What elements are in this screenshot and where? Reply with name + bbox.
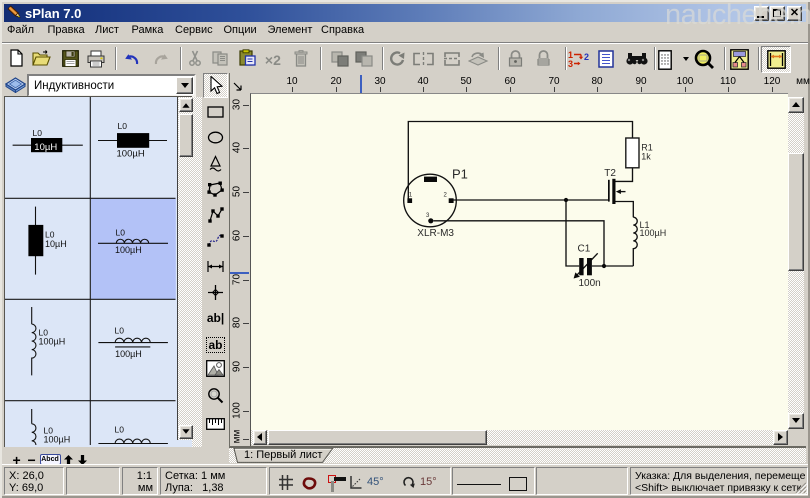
svg-text:100µH: 100µH [115,245,142,255]
svg-text:L0: L0 [116,228,126,238]
svg-text:1k: 1k [641,152,651,162]
svg-text:3: 3 [426,213,430,219]
svg-text:T2: T2 [604,168,616,179]
svg-text:L0: L0 [115,326,125,336]
svg-text:C1: C1 [577,244,590,255]
svg-text:100n: 100n [578,278,600,289]
svg-text:L0: L0 [118,121,128,131]
svg-text:P1: P1 [452,167,468,182]
svg-text:100µH: 100µH [115,349,142,359]
svg-text:100µH: 100µH [117,149,145,160]
svg-text:100µH: 100µH [44,434,71,444]
svg-text:2: 2 [443,193,447,199]
svg-text:1: 1 [408,193,412,199]
svg-text:10µH: 10µH [45,239,67,249]
svg-text:3: 3 [568,59,573,68]
svg-text:XLR-M3: XLR-M3 [417,228,454,239]
svg-text:L0: L0 [33,128,43,138]
svg-text:100µH: 100µH [39,336,66,346]
svg-text:2: 2 [584,52,589,62]
svg-text:L0: L0 [115,425,125,435]
svg-text:100µH: 100µH [639,228,666,238]
svg-text:10µH: 10µH [34,142,57,153]
